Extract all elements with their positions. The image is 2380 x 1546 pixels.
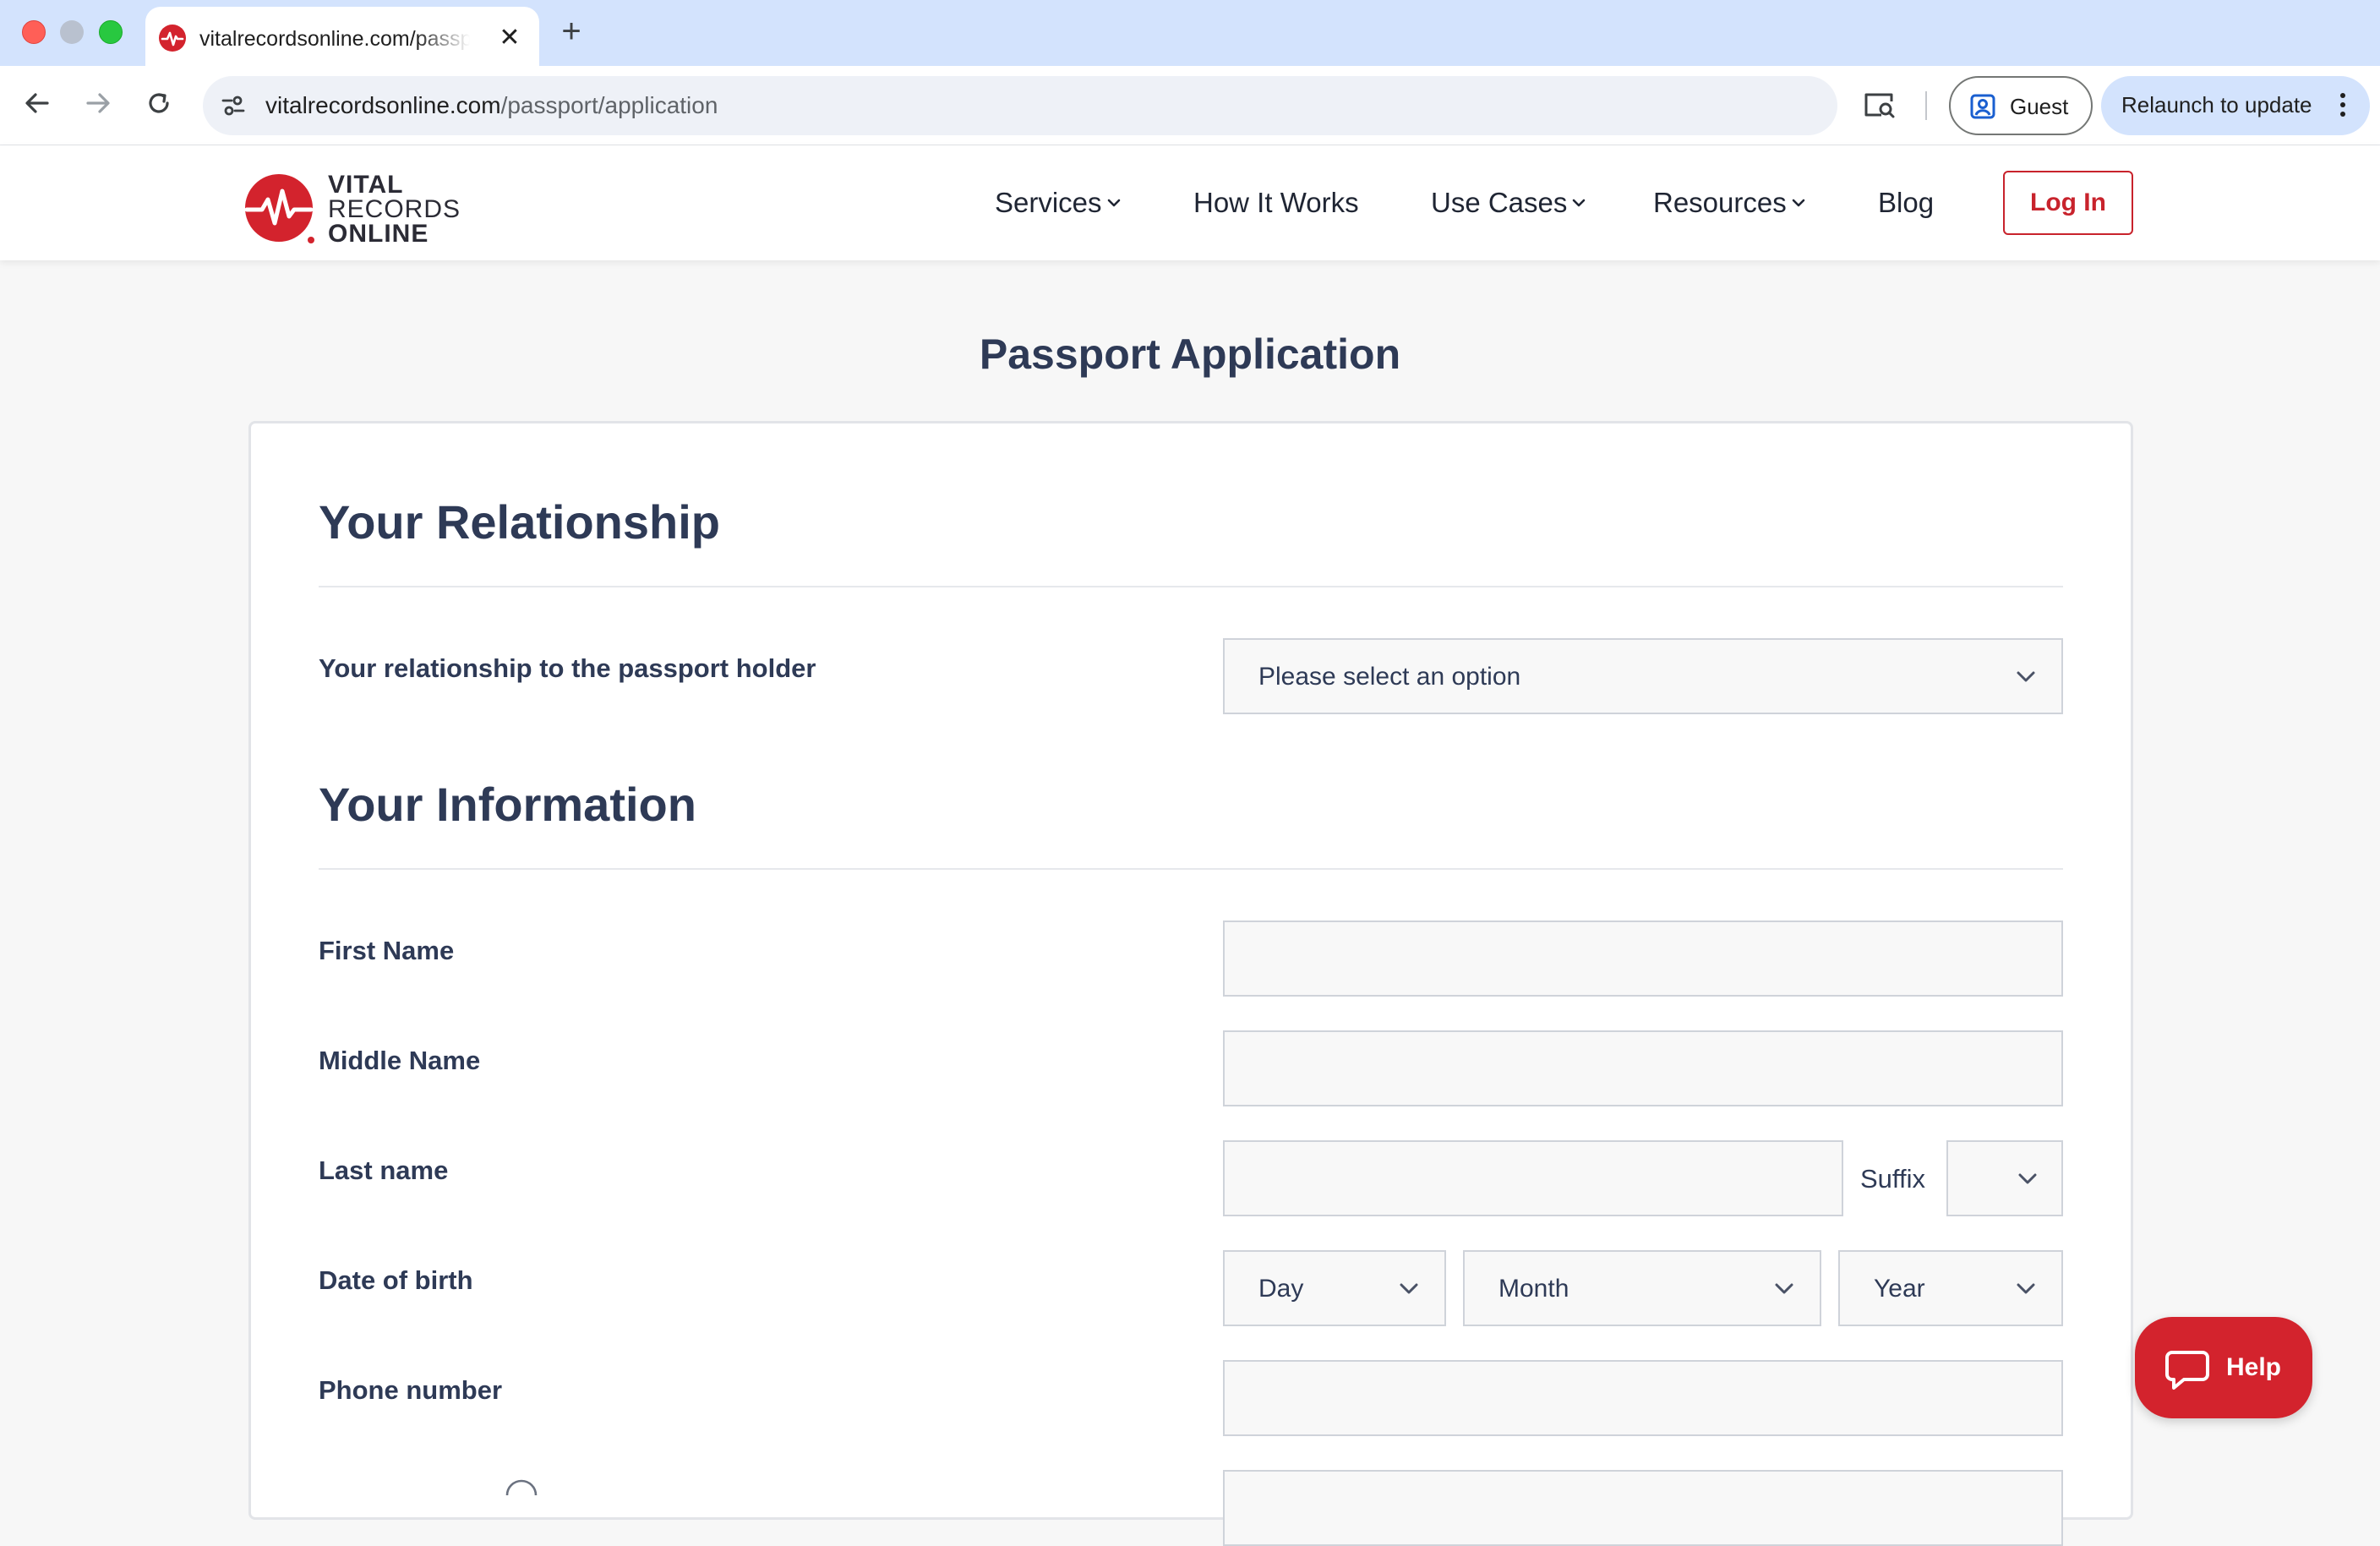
page-search-icon[interactable] <box>1863 90 1897 120</box>
info-circle-icon[interactable] <box>505 1478 538 1495</box>
nav-blog[interactable]: Blog <box>1878 184 1934 221</box>
phone-input[interactable] <box>1223 1360 2063 1436</box>
section-divider <box>319 868 2063 870</box>
login-button[interactable]: Log In <box>2003 171 2133 235</box>
reload-icon <box>149 93 169 113</box>
browser-tab-active[interactable]: vitalrecordsonline.com/passport/applicat… <box>145 7 539 68</box>
chevron-down-icon <box>1792 199 1805 207</box>
section-divider <box>319 586 2063 587</box>
site-header: VITAL RECORDS ONLINE Services How It Wor… <box>0 145 2380 260</box>
new-tab-button[interactable]: + <box>554 14 588 49</box>
maximize-window-button[interactable] <box>99 20 123 44</box>
middle-name-label: Middle Name <box>319 1046 481 1075</box>
chevron-down-icon <box>2017 671 2035 682</box>
chevron-down-icon <box>1400 1283 1418 1294</box>
url-text[interactable]: vitalrecordsonline.com/passport/applicat… <box>265 91 718 120</box>
reload-button[interactable] <box>140 85 177 122</box>
chevron-down-icon <box>1573 199 1586 207</box>
dob-year-select[interactable]: Year <box>1838 1250 2063 1326</box>
relationship-select[interactable]: Please select an option <box>1223 638 2063 714</box>
section-title-information: Your Information <box>319 778 696 831</box>
back-arrow-icon <box>25 93 49 113</box>
nav-blog-label: Blog <box>1878 187 1935 218</box>
forward-button[interactable] <box>79 85 117 122</box>
relationship-label: Your relationship to the passport holder <box>319 653 816 683</box>
last-name-input[interactable] <box>1223 1140 1843 1216</box>
browser-toolbar: vitalrecordsonline.com/passport/applicat… <box>0 66 2380 145</box>
site-info-icon[interactable] <box>220 93 247 118</box>
close-window-button[interactable] <box>22 20 46 44</box>
nav-how-it-works[interactable]: How It Works <box>1193 184 1359 221</box>
dob-month-value: Month <box>1498 1275 1569 1303</box>
relaunch-to-update-button[interactable]: Relaunch to update <box>2101 76 2370 135</box>
last-name-label: Last name <box>319 1155 449 1185</box>
logo-wordmark: VITAL RECORDS ONLINE <box>328 171 461 248</box>
first-name-label: First Name <box>319 936 455 965</box>
chevron-down-icon <box>1775 1283 1793 1294</box>
minimize-window-button[interactable] <box>60 20 84 44</box>
chevron-down-icon <box>1107 199 1120 207</box>
suffix-select[interactable] <box>1946 1140 2063 1216</box>
more-menu-icon[interactable] <box>2336 90 2350 120</box>
nav-resources-label: Resources <box>1653 187 1787 218</box>
site-favicon-icon <box>159 25 186 52</box>
chevron-down-icon <box>2017 1283 2035 1294</box>
dob-day-value: Day <box>1258 1275 1304 1303</box>
forward-arrow-icon <box>86 93 110 113</box>
chevron-down-icon <box>2018 1173 2037 1184</box>
phone-label: Phone number <box>319 1375 503 1405</box>
application-form-card: Your Relationship Your relationship to t… <box>248 421 2133 1546</box>
tab-close-icon[interactable]: ✕ <box>495 24 524 52</box>
dob-month-select[interactable]: Month <box>1463 1250 1821 1326</box>
nav-use-cases-label: Use Cases <box>1431 187 1568 218</box>
help-button[interactable]: Help <box>2135 1317 2312 1418</box>
logo-line-vital: VITAL <box>328 171 404 199</box>
dob-day-select[interactable]: Day <box>1223 1250 1446 1326</box>
tab-title: vitalrecordsonline.com/passport/applicat… <box>199 27 470 51</box>
help-label: Help <box>2226 1353 2282 1381</box>
page-title: Passport Application <box>979 331 1401 378</box>
suffix-label: Suffix <box>1860 1164 1925 1194</box>
nav-resources[interactable]: Resources <box>1653 184 1805 221</box>
first-name-input[interactable] <box>1223 920 2063 997</box>
nav-use-cases[interactable]: Use Cases <box>1431 184 1586 221</box>
nav-services[interactable]: Services <box>995 184 1121 221</box>
logo-line-records: RECORDS <box>328 195 461 223</box>
guest-profile-button[interactable]: Guest <box>1949 76 2093 135</box>
logo-line-online: ONLINE <box>328 220 429 248</box>
nav-services-label: Services <box>995 187 1102 218</box>
back-button[interactable] <box>19 85 56 122</box>
middle-name-input[interactable] <box>1223 1030 2063 1106</box>
profile-icon <box>1970 94 1995 119</box>
browser-tabstrip: vitalrecordsonline.com/passport/applicat… <box>0 0 2380 68</box>
guest-label: Guest <box>2010 94 2069 119</box>
chat-bubble-icon <box>2165 1351 2209 1390</box>
url-host: vitalrecordsonline.com <box>265 92 501 118</box>
dob-year-value: Year <box>1874 1275 1925 1303</box>
section-title-relationship: Your Relationship <box>319 495 720 549</box>
nav-how-it-works-label: How It Works <box>1193 187 1359 218</box>
heartbeat-logo-icon <box>245 174 314 243</box>
toolbar-separator <box>1925 91 1927 120</box>
next-field-input[interactable] <box>1223 1470 2063 1546</box>
dob-label: Date of birth <box>319 1265 473 1295</box>
relationship-select-value: Please select an option <box>1258 663 1521 691</box>
url-path: /passport/application <box>500 92 718 118</box>
relaunch-label: Relaunch to update <box>2121 92 2312 117</box>
address-bar[interactable]: vitalrecordsonline.com/passport/applicat… <box>203 76 1837 135</box>
vital-records-online-logo[interactable]: VITAL RECORDS ONLINE <box>245 164 460 247</box>
